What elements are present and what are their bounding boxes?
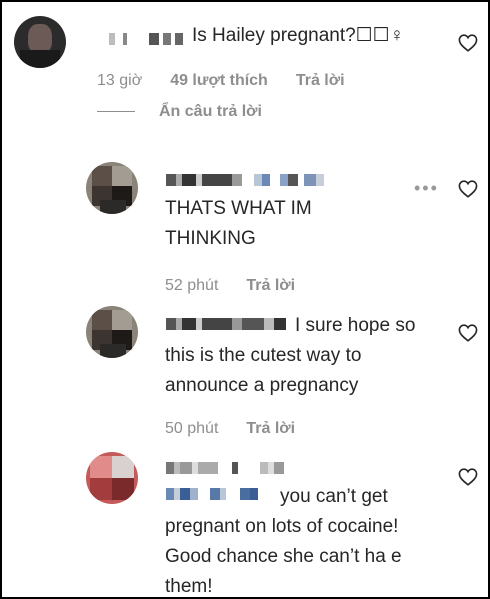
hide-replies-button[interactable]: Ẩn câu trả lời [97, 103, 262, 121]
divider-line [97, 111, 135, 113]
comment-thread: Is Hailey pregnant?☐☐♀ 13 giờ 49 lượt thí… [0, 0, 490, 599]
comment-text: THATS WHAT IM THINKING [165, 198, 312, 249]
heart-icon[interactable] [458, 34, 478, 52]
reply-button[interactable]: Trả lời [296, 72, 345, 90]
heart-icon[interactable] [458, 180, 478, 198]
comment-meta: 13 giờ 49 lượt thích Trả lời [97, 72, 373, 90]
comment-time[interactable]: 52 phút [165, 277, 218, 295]
username-redacted[interactable] [166, 174, 406, 186]
comment-time[interactable]: 50 phút [165, 420, 218, 438]
avatar[interactable] [86, 162, 138, 214]
heart-icon[interactable] [458, 324, 478, 342]
comment-time[interactable]: 13 giờ [97, 72, 142, 90]
hide-replies-label: Ẩn câu trả lời [159, 103, 262, 120]
username-redacted[interactable] [109, 33, 189, 45]
comment-text: Is Hailey pregnant?☐☐♀ [192, 25, 405, 46]
heart-icon[interactable] [458, 468, 478, 486]
username-redacted[interactable] [166, 462, 336, 474]
avatar[interactable] [86, 306, 138, 358]
likes-count[interactable]: 49 lượt thích [170, 72, 268, 90]
avatar[interactable] [14, 16, 66, 68]
comment-text: you can’t get pregnant on lots of cocain… [165, 486, 402, 597]
comment-text: I sure hope so this is the cutest way to… [165, 315, 416, 396]
reply-button[interactable]: Trả lời [246, 420, 295, 438]
comment-meta: 50 phút Trả lời [165, 420, 323, 438]
avatar[interactable] [86, 452, 138, 504]
comment-meta: 52 phút Trả lời [165, 277, 323, 295]
reply-button[interactable]: Trả lời [246, 277, 295, 295]
more-options-icon[interactable]: ••• [414, 178, 439, 199]
